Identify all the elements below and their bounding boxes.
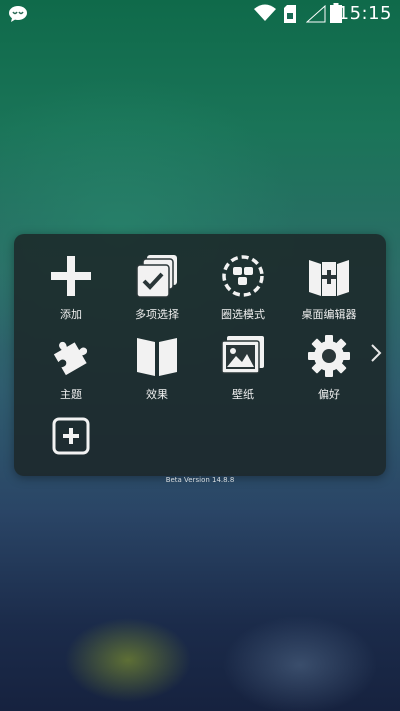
menu-item-multi-select[interactable]: 多项选择 [112, 244, 202, 324]
menu-item-lasso-mode[interactable]: 圈选模式 [198, 244, 288, 324]
menu-item-wallpaper[interactable]: 壁纸 [198, 324, 288, 404]
wallpaper-icon [221, 336, 264, 374]
menu-item-label: 主题 [60, 388, 82, 401]
effects-book-icon [137, 338, 177, 376]
gear-icon [308, 335, 350, 377]
chevron-right-icon[interactable] [369, 342, 383, 364]
menu-item-label: 壁纸 [232, 388, 254, 401]
lasso-select-icon [222, 255, 264, 297]
wifi-icon [254, 4, 276, 21]
plus-icon [51, 256, 91, 296]
chat-icon [9, 6, 27, 22]
menu-item-effects[interactable]: 效果 [112, 324, 202, 404]
menu-item-label: 效果 [146, 388, 168, 401]
menu-item-theme[interactable]: 主题 [26, 324, 116, 404]
menu-item-preferences[interactable]: 偏好 [284, 324, 374, 404]
menu-item-label: 桌面编辑器 [301, 308, 357, 321]
menu-item-desktop-editor[interactable]: 桌面编辑器 [284, 244, 374, 324]
desktop-editor-icon [309, 260, 349, 296]
sim-card-icon [284, 5, 296, 23]
status-clock: 15:15 [337, 3, 392, 24]
menu-item-label: 圈选模式 [221, 308, 265, 321]
multi-select-icon [136, 255, 177, 298]
menu-item-label: 多项选择 [135, 308, 179, 321]
puzzle-icon [53, 341, 88, 376]
menu-item-add-box[interactable] [26, 404, 116, 484]
add-box-icon [52, 417, 90, 455]
menu-item-label: 添加 [60, 308, 82, 321]
status-bar: 15:15 [0, 0, 400, 28]
launcher-menu-panel: 添加 多项选择 圈选模式 桌面编辑器 主题 效果 壁纸 偏好 [14, 234, 386, 476]
version-label: Beta Version 14.8.8 [165, 476, 235, 484]
menu-item-label: 偏好 [318, 388, 340, 401]
menu-item-add[interactable]: 添加 [26, 244, 116, 324]
signal-icon [306, 5, 326, 23]
